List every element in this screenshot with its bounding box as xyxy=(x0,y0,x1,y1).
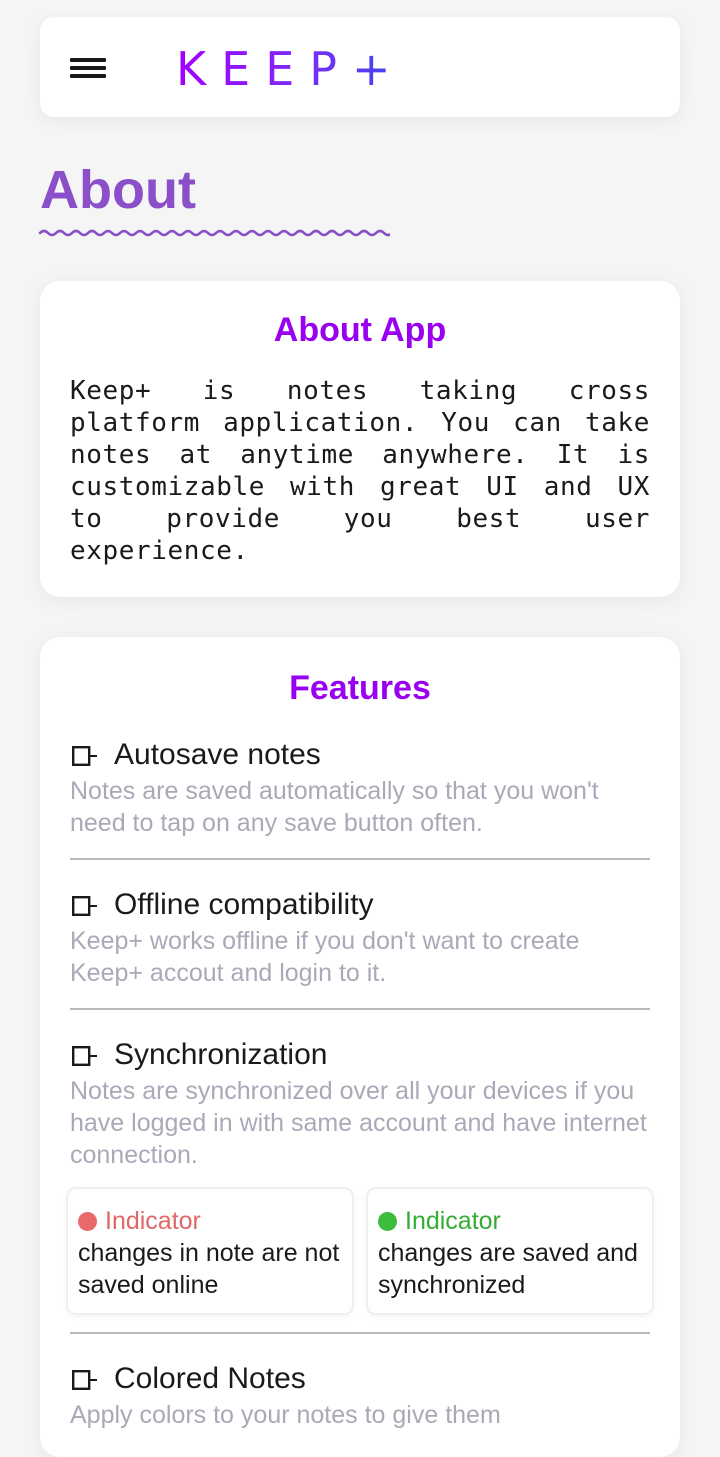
app-logo[interactable]: KEEP+ xyxy=(176,41,406,97)
hamburger-menu-icon[interactable] xyxy=(70,55,106,81)
feature-synchronization: Synchronization Notes are synchronized o… xyxy=(70,1037,650,1171)
feature-title: Colored Notes xyxy=(114,1362,306,1395)
red-dot-icon xyxy=(78,1212,97,1231)
checkbox-arrow-icon xyxy=(72,1370,97,1390)
features-title: Features xyxy=(289,669,431,707)
unsaved-indicator-card: Indicator changes in note are not saved … xyxy=(68,1189,352,1313)
divider xyxy=(70,858,650,860)
green-dot-icon xyxy=(378,1212,397,1231)
feature-description: Apply colors to your notes to give them xyxy=(70,1401,501,1429)
divider xyxy=(70,1008,650,1010)
indicator-label: Indicator xyxy=(405,1207,501,1235)
indicator-label: Indicator xyxy=(105,1207,201,1235)
divider xyxy=(70,1332,650,1334)
indicator-text: changes in note are not saved online xyxy=(78,1239,340,1299)
title-wavy-underline xyxy=(38,229,390,237)
feature-description: Keep+ works offline if you don't want to… xyxy=(70,927,580,987)
feature-offline: Offline compatibility Keep+ works offlin… xyxy=(70,887,650,989)
checkbox-arrow-icon xyxy=(72,1046,97,1066)
features-card: Features Autosave notes Notes are saved … xyxy=(40,637,680,1457)
feature-title: Synchronization xyxy=(114,1038,328,1071)
page-title: About xyxy=(40,160,196,220)
indicator-text: changes are saved and synchronized xyxy=(378,1239,638,1299)
feature-description: Notes are saved automatically so that yo… xyxy=(70,777,599,837)
feature-colored-notes: Colored Notes Apply colors to your notes… xyxy=(70,1361,650,1431)
saved-indicator-card: Indicator changes are saved and synchron… xyxy=(368,1189,652,1313)
feature-description: Notes are synchronized over all your dev… xyxy=(70,1077,647,1169)
feature-autosave: Autosave notes Notes are saved automatic… xyxy=(70,737,650,839)
feature-title: Offline compatibility xyxy=(114,888,374,921)
checkbox-arrow-icon xyxy=(72,896,97,916)
about-app-title: About App xyxy=(273,311,447,349)
app-header: KEEP+ xyxy=(40,17,680,117)
about-app-card: About App Keep+ is notes taking cross pl… xyxy=(40,281,680,597)
about-app-text: Keep+ is notes taking cross platform app… xyxy=(70,376,650,566)
checkbox-arrow-icon xyxy=(72,746,97,766)
feature-title: Autosave notes xyxy=(114,738,321,771)
